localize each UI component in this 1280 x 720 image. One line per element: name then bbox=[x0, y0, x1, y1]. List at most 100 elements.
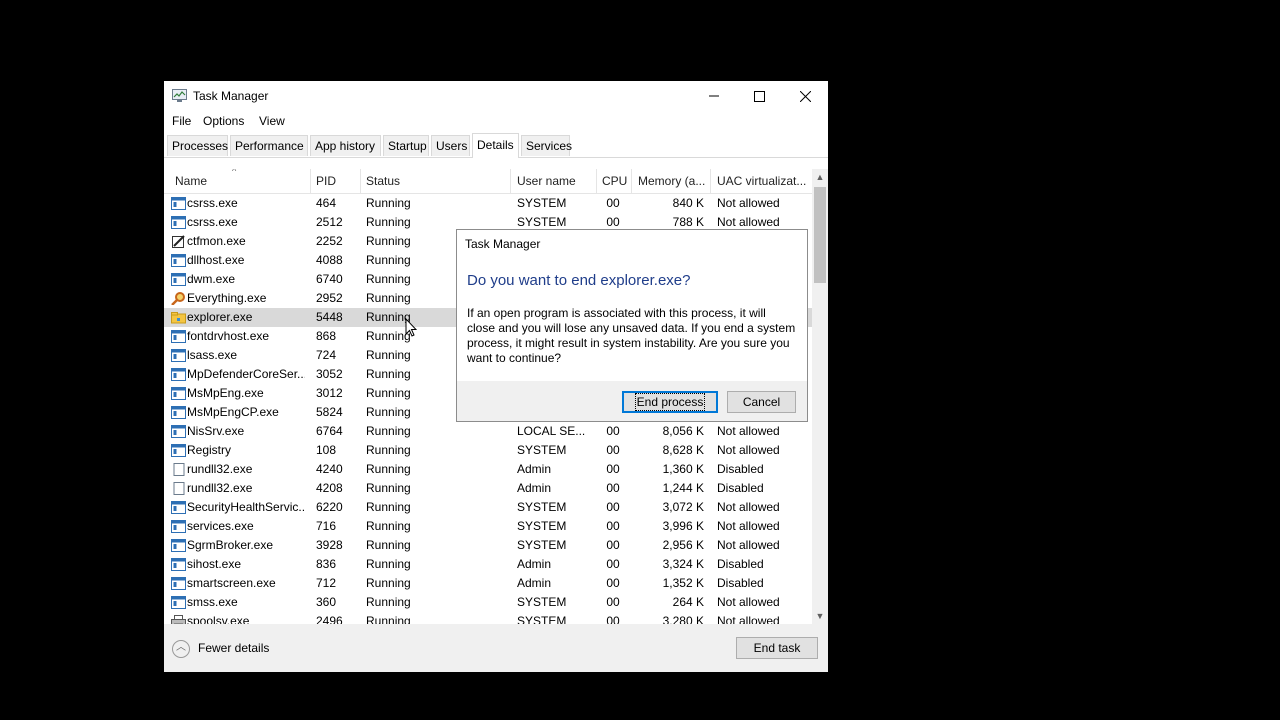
app-window-icon bbox=[171, 254, 186, 267]
process-name: dllhost.exe bbox=[187, 253, 245, 267]
process-pid: 3052 bbox=[316, 367, 343, 381]
process-name: MsMpEng.exe bbox=[187, 386, 264, 400]
app-window-icon bbox=[171, 197, 186, 210]
column-uac-virtualization[interactable]: UAC virtualizat... bbox=[717, 169, 806, 193]
column-divider[interactable] bbox=[360, 169, 361, 193]
window-title: Task Manager bbox=[193, 89, 269, 103]
process-cpu: 00 bbox=[606, 595, 620, 609]
sort-up-icon: ^ bbox=[232, 169, 237, 176]
column-memory[interactable]: Memory (a... bbox=[638, 169, 705, 193]
column-divider[interactable] bbox=[710, 169, 711, 193]
table-row[interactable]: smartscreen.exe 712 Running Admin 00 1,352 K D… bbox=[164, 574, 814, 593]
table-row[interactable]: csrss.exe 464 Running SYSTEM 00 840 K Not allo… bbox=[164, 194, 814, 213]
table-row[interactable]: services.exe 716 Running SYSTEM 00 3,996 K Not… bbox=[164, 517, 814, 536]
table-row[interactable]: rundll32.exe 4208 Running Admin 00 1,244 K Dis… bbox=[164, 479, 814, 498]
process-pid: 724 bbox=[316, 348, 337, 362]
column-name[interactable]: Name bbox=[175, 169, 207, 193]
end-task-button[interactable]: End task bbox=[736, 637, 818, 659]
tab-users[interactable]: Users bbox=[431, 135, 470, 156]
process-name: lsass.exe bbox=[187, 348, 238, 362]
process-status: Running bbox=[366, 424, 411, 438]
process-user: LOCAL SE... bbox=[517, 424, 586, 438]
close-icon bbox=[799, 90, 811, 102]
table-row[interactable]: SgrmBroker.exe 3928 Running SYSTEM 00 2,956 K… bbox=[164, 536, 814, 555]
process-memory: 1,352 K bbox=[662, 576, 704, 590]
menu-file[interactable]: File bbox=[172, 114, 191, 128]
process-pid: 108 bbox=[316, 443, 337, 457]
column-divider[interactable] bbox=[596, 169, 597, 193]
process-memory: 264 K bbox=[672, 595, 704, 609]
blank-page-icon bbox=[173, 463, 185, 476]
end-process-button[interactable]: End process bbox=[622, 391, 718, 413]
table-header: Name ^ PID Status User name CPU Memory (… bbox=[164, 169, 814, 194]
tab-performance[interactable]: Performance bbox=[230, 135, 308, 156]
cancel-button[interactable]: Cancel bbox=[727, 391, 796, 413]
table-row[interactable]: spoolsv.exe 2496 Running SYSTEM 00 3,280 K Not… bbox=[164, 612, 814, 624]
process-cpu: 00 bbox=[606, 500, 620, 514]
title-bar[interactable]: Task Manager bbox=[164, 81, 828, 111]
process-uac: Not allowed bbox=[717, 443, 780, 457]
app-window-icon bbox=[171, 596, 186, 609]
process-cpu: 00 bbox=[606, 538, 620, 552]
process-name: services.exe bbox=[187, 519, 254, 533]
process-pid: 2496 bbox=[316, 614, 343, 624]
table-row[interactable]: SecurityHealthServic... 6220 Running SYSTEM… bbox=[164, 498, 814, 517]
process-name: NisSrv.exe bbox=[187, 424, 245, 438]
column-status[interactable]: Status bbox=[366, 169, 400, 193]
menu-options[interactable]: Options bbox=[203, 114, 244, 128]
table-row[interactable]: Registry 108 Running SYSTEM 00 8,628 K Not all… bbox=[164, 441, 814, 460]
fewer-details-link[interactable]: Fewer details bbox=[198, 641, 269, 655]
chevron-up-icon[interactable]: ︿ bbox=[172, 640, 190, 658]
maximize-icon bbox=[753, 90, 765, 102]
minimize-button[interactable] bbox=[691, 81, 737, 111]
tab-app-history[interactable]: App history bbox=[310, 135, 381, 156]
maximize-button[interactable] bbox=[736, 81, 782, 111]
tab-services[interactable]: Services bbox=[521, 135, 572, 156]
process-memory: 3,996 K bbox=[662, 519, 704, 533]
process-pid: 5824 bbox=[316, 405, 343, 419]
process-user: SYSTEM bbox=[517, 500, 567, 514]
minimize-icon bbox=[709, 95, 719, 97]
close-button[interactable] bbox=[782, 81, 828, 111]
app-window-icon bbox=[171, 425, 186, 438]
vertical-scrollbar[interactable]: ▲ ▼ bbox=[812, 169, 828, 624]
scrollbar-thumb[interactable] bbox=[814, 187, 826, 283]
menu-view[interactable]: View bbox=[259, 114, 285, 128]
process-name: dwm.exe bbox=[187, 272, 236, 286]
process-status: Running bbox=[366, 367, 411, 381]
process-status: Running bbox=[366, 500, 411, 514]
column-pid[interactable]: PID bbox=[316, 169, 336, 193]
process-memory: 3,324 K bbox=[662, 557, 704, 571]
scroll-down-icon[interactable]: ▼ bbox=[812, 608, 828, 624]
app-window-icon bbox=[171, 406, 186, 419]
process-memory: 3,072 K bbox=[662, 500, 704, 514]
column-divider[interactable] bbox=[310, 169, 311, 193]
column-user-name[interactable]: User name bbox=[517, 169, 576, 193]
process-status: Running bbox=[366, 481, 411, 495]
scroll-up-icon[interactable]: ▲ bbox=[812, 169, 828, 185]
process-user: Admin bbox=[517, 576, 552, 590]
column-divider[interactable] bbox=[510, 169, 511, 193]
tab-details[interactable]: Details bbox=[472, 133, 519, 158]
table-row[interactable]: sihost.exe 836 Running Admin 00 3,324 K Disabl… bbox=[164, 555, 814, 574]
process-user: SYSTEM bbox=[517, 614, 567, 624]
process-status: Running bbox=[366, 386, 411, 400]
process-name: smartscreen.exe bbox=[187, 576, 276, 590]
process-memory: 2,956 K bbox=[662, 538, 704, 552]
process-pid: 836 bbox=[316, 557, 337, 571]
table-row[interactable]: rundll32.exe 4240 Running Admin 00 1,360 K Dis… bbox=[164, 460, 814, 479]
column-divider[interactable] bbox=[631, 169, 632, 193]
column-cpu[interactable]: CPU bbox=[602, 169, 627, 193]
tab-startup[interactable]: Startup bbox=[383, 135, 429, 156]
process-user: SYSTEM bbox=[517, 538, 567, 552]
process-user: Admin bbox=[517, 557, 552, 571]
process-status: Running bbox=[366, 576, 411, 590]
tab-processes[interactable]: Processes bbox=[167, 135, 228, 156]
table-row[interactable]: NisSrv.exe 6764 Running LOCAL SE... 00 8,056 … bbox=[164, 422, 814, 441]
process-memory: 8,056 K bbox=[662, 424, 704, 438]
dialog-title: Task Manager bbox=[465, 237, 541, 251]
table-row[interactable]: smss.exe 360 Running SYSTEM 00 264 K Not allow… bbox=[164, 593, 814, 612]
process-pid: 5448 bbox=[316, 310, 343, 324]
app-window-icon bbox=[171, 349, 186, 362]
process-pid: 6740 bbox=[316, 272, 343, 286]
